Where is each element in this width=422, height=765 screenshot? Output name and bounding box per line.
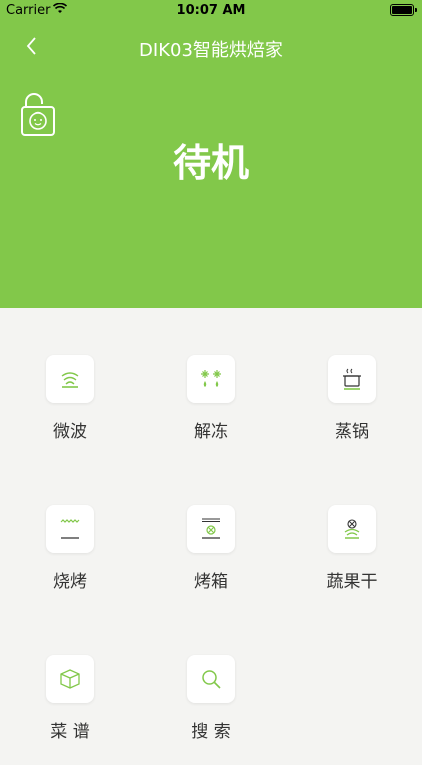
status-bar: Carrier 10:07 AM (0, 0, 422, 22)
mode-microwave[interactable]: 微波 (20, 355, 120, 465)
device-state: 待机 (172, 141, 249, 185)
steam-pot-icon (343, 368, 361, 390)
recipes-button[interactable]: 菜 谱 (20, 655, 120, 765)
mode-label: 烤箱 (194, 572, 228, 592)
mode-grid: 微波 解冻 蒸锅 烧烤 烤箱 蔬果干 菜 谱 搜 索 (0, 308, 422, 750)
mode-label: 搜 索 (191, 722, 231, 742)
mode-label: 微波 (53, 422, 87, 442)
mode-icon-box (328, 355, 376, 403)
status-time: 10:07 AM (176, 3, 246, 18)
search-icon (202, 670, 221, 689)
grill-icon (60, 519, 80, 539)
mode-label: 蔬果干 (326, 572, 378, 592)
mode-icon-box (46, 355, 94, 403)
mode-dehydrate[interactable]: 蔬果干 (302, 505, 402, 615)
mode-label: 烧烤 (53, 572, 87, 592)
search-button[interactable]: 搜 索 (161, 655, 261, 765)
mode-icon-box (187, 655, 235, 703)
mode-icon-box (46, 655, 94, 703)
mode-label: 菜 谱 (50, 722, 90, 742)
mode-icon-box (187, 505, 235, 553)
recipe-box-icon (60, 669, 80, 689)
defrost-icon (201, 370, 221, 387)
mode-grill[interactable]: 烧烤 (20, 505, 120, 615)
header: Carrier 10:07 AM DIK03智能烘焙家 待机 (0, 0, 422, 308)
mode-icon-box (187, 355, 235, 403)
microwave-icon (61, 372, 79, 388)
mode-oven[interactable]: 烤箱 (161, 505, 261, 615)
mode-label: 解冻 (194, 422, 228, 442)
oven-fan-icon (202, 518, 220, 539)
mode-defrost[interactable]: 解冻 (161, 355, 261, 465)
mode-icon-box (46, 505, 94, 553)
mode-steam[interactable]: 蒸锅 (302, 355, 402, 465)
battery-icon (390, 4, 417, 16)
mode-label: 蒸锅 (335, 422, 369, 442)
dehydrate-icon (344, 519, 360, 539)
page-title: DIK03智能烘焙家 (139, 40, 283, 61)
mode-icon-box (328, 505, 376, 553)
